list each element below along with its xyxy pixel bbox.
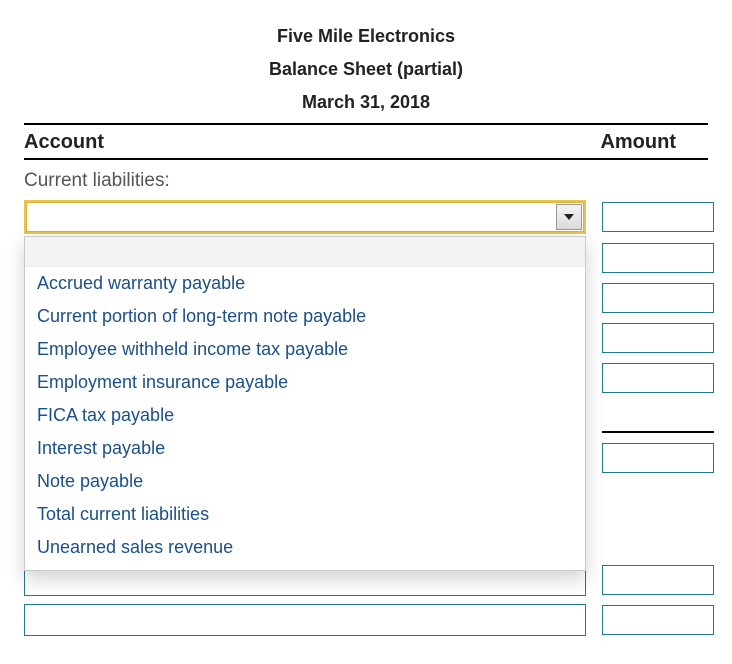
column-header-account: Account <box>24 131 104 154</box>
amount-subtotal-underline[interactable] <box>602 403 714 433</box>
columns-divider <box>24 158 708 160</box>
account-select-active[interactable] <box>24 200 586 234</box>
dropdown-option[interactable]: Interest payable <box>25 432 585 465</box>
dropdown-option[interactable]: Employment insurance payable <box>25 366 585 399</box>
amount-input[interactable] <box>602 443 714 473</box>
column-header-amount: Amount <box>600 131 708 154</box>
table-row <box>24 604 708 636</box>
dropdown-option[interactable]: Note payable <box>25 465 585 498</box>
account-select[interactable] <box>24 604 586 636</box>
report-date: March 31, 2018 <box>24 86 708 119</box>
dropdown-option[interactable]: Current portion of long-term note payabl… <box>25 300 585 333</box>
dropdown-option[interactable]: Employee withheld income tax payable <box>25 333 585 366</box>
column-headers: Account Amount <box>24 125 708 158</box>
amount-input[interactable] <box>602 202 714 232</box>
balance-sheet-form: Accrued warranty payable Current portion… <box>24 200 708 636</box>
dropdown-option[interactable]: Total current liabilities <box>25 498 585 531</box>
amount-input[interactable] <box>602 283 714 313</box>
amount-input[interactable] <box>602 605 714 635</box>
section-label-current-liabilities: Current liabilities: <box>24 170 708 192</box>
dropdown-option[interactable]: Accrued warranty payable <box>25 267 585 300</box>
dropdown-option[interactable]: Unearned sales revenue <box>25 531 585 564</box>
dropdown-option-blank[interactable] <box>25 237 585 267</box>
table-row: Accrued warranty payable Current portion… <box>24 200 708 234</box>
amount-input[interactable] <box>602 323 714 353</box>
report-title: Balance Sheet (partial) <box>24 53 708 86</box>
amount-input[interactable] <box>602 243 714 273</box>
dropdown-option[interactable]: FICA tax payable <box>25 399 585 432</box>
amount-input[interactable] <box>602 565 714 595</box>
report-header: Five Mile Electronics Balance Sheet (par… <box>24 20 708 119</box>
company-name: Five Mile Electronics <box>24 20 708 53</box>
amount-input[interactable] <box>602 363 714 393</box>
chevron-down-icon[interactable] <box>556 204 582 230</box>
amount-empty <box>602 483 714 513</box>
account-dropdown[interactable]: Accrued warranty payable Current portion… <box>24 236 586 571</box>
